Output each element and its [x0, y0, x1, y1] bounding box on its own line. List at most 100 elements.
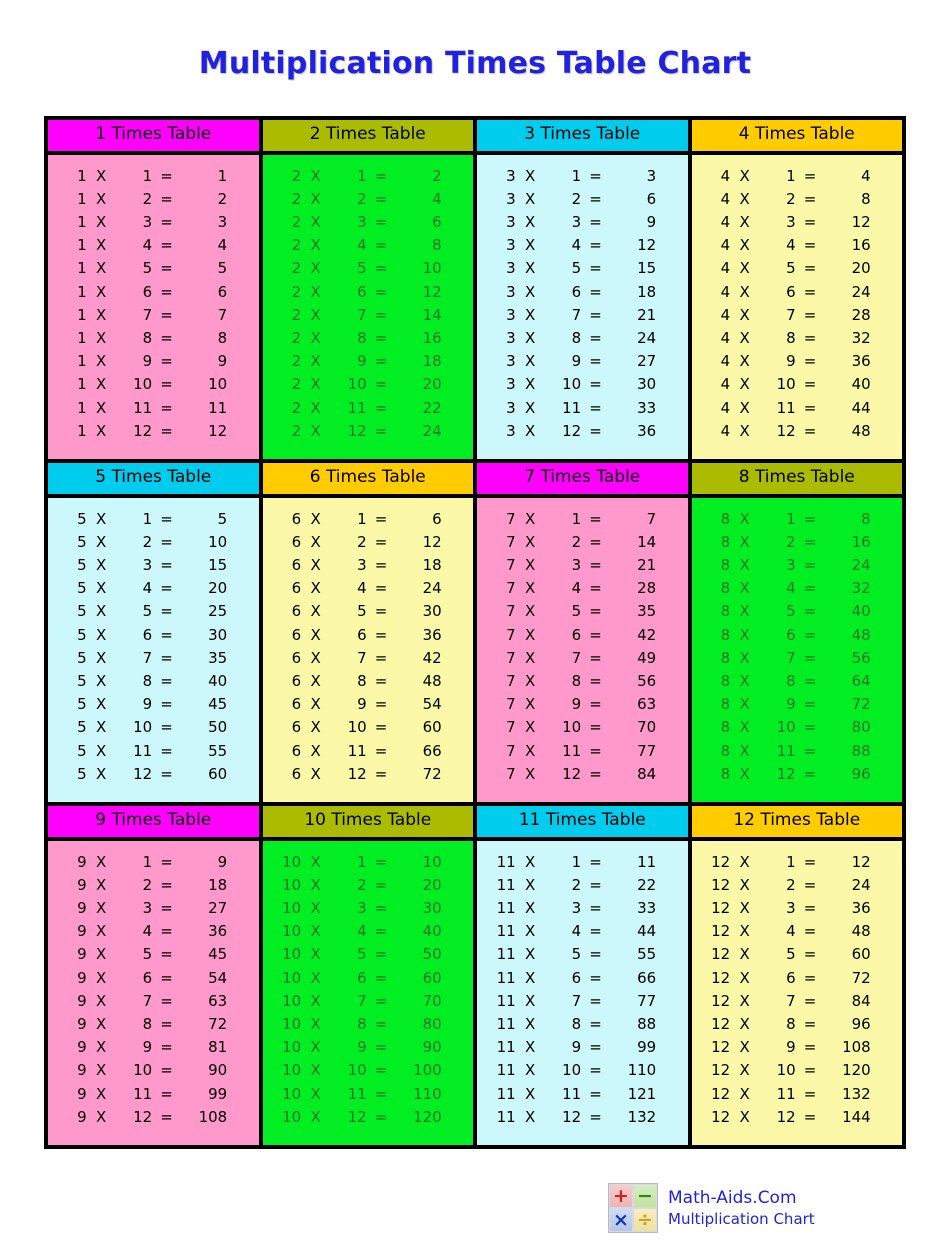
table-row: 12 X 5 = 60 [692, 943, 903, 966]
multiply-symbol: X [96, 305, 107, 324]
multiplier: 12 [562, 1107, 582, 1126]
multiplicand: 6 [291, 625, 302, 644]
multiply-symbol: X [739, 899, 750, 918]
table-row: 2 X 3 = 6 [263, 211, 474, 234]
table-row: 2 X 9 = 18 [263, 350, 474, 373]
multiplicand: 7 [506, 509, 516, 528]
table-row: 7 X 6 = 42 [477, 624, 688, 647]
multiply-symbol: X [525, 718, 536, 737]
multiply-symbol: X [525, 421, 536, 440]
multiplier: 9 [357, 695, 367, 714]
multiply-symbol: X [525, 625, 536, 644]
multiplicand: 11 [496, 1084, 516, 1103]
multiplier: 1 [786, 852, 796, 871]
product: 121 [627, 1084, 657, 1103]
multiplicand: 2 [291, 259, 302, 278]
table-row: 3 X 8 = 24 [477, 327, 688, 350]
multiplier: 9 [786, 1038, 796, 1057]
multiplier: 6 [142, 625, 153, 644]
multiply-symbol: X [310, 1061, 321, 1080]
product: 14 [637, 532, 657, 551]
equals-symbol: = [374, 556, 388, 575]
table-row: 10 X 4 = 40 [263, 920, 474, 943]
multiplier: 4 [357, 579, 367, 598]
equals-symbol: = [374, 352, 388, 371]
multiplicand: 3 [506, 375, 516, 394]
multiply-symbol: X [525, 329, 536, 348]
multiplicand: 1 [77, 421, 87, 440]
product: 100 [413, 1061, 442, 1080]
multiplier: 8 [571, 1015, 582, 1034]
table-row: 5 X 5 = 25 [48, 600, 259, 623]
equals-symbol: = [803, 899, 817, 918]
multiply-symbol: X [96, 189, 107, 208]
multiply-symbol: X [96, 375, 107, 394]
equals-symbol: = [160, 532, 173, 551]
table-row: 6 X 12 = 72 [263, 763, 474, 786]
equals-symbol: = [160, 852, 173, 871]
product: 55 [208, 741, 228, 760]
product: 28 [851, 305, 871, 324]
equals-symbol: = [803, 1015, 817, 1034]
table-row: 2 X 11 = 22 [263, 397, 474, 420]
multiply-symbol: X [96, 213, 107, 232]
multiply-symbol: X [525, 968, 536, 987]
product: 20 [422, 375, 442, 394]
multiplicand: 3 [506, 282, 516, 301]
product: 120 [413, 1107, 442, 1126]
multiplier: 7 [786, 991, 796, 1010]
multiply-symbol: X [310, 875, 321, 894]
multiplicand: 9 [77, 899, 87, 918]
equals-symbol: = [374, 852, 388, 871]
multiplier: 8 [571, 329, 582, 348]
product: 48 [851, 421, 871, 440]
table-row: 11 X 5 = 55 [477, 943, 688, 966]
table-row: 5 X 10 = 50 [48, 716, 259, 739]
equals-symbol: = [589, 509, 602, 528]
table-row: 2 X 12 = 24 [263, 420, 474, 443]
table-row: 3 X 9 = 27 [477, 350, 688, 373]
product: 12 [851, 213, 871, 232]
times-table-card: 9 Times Table 9 X 1 = 9 9 X 2 = 18 9 X 3 = 27 9 X 4 = 36 9 X 5 =… [48, 806, 259, 1146]
multiplier: 11 [776, 398, 796, 417]
multiplier: 10 [562, 718, 582, 737]
multiplicand: 5 [77, 625, 87, 644]
multiplicand: 7 [506, 556, 516, 575]
times-table-rows: 8 X 1 = 8 8 X 2 = 16 8 X 3 = 24 8 X 4 = 32 8 X 5 = 40 8 X 6 = 48 8 X 7 = 5… [691, 497, 903, 803]
product: 66 [422, 741, 442, 760]
table-row: 8 X 1 = 8 [692, 508, 903, 531]
multiplicand: 2 [291, 352, 302, 371]
multiplicand: 9 [77, 1107, 87, 1126]
multiplier: 3 [142, 899, 153, 918]
product: 11 [208, 398, 228, 417]
table-row: 8 X 9 = 72 [692, 693, 903, 716]
equals-symbol: = [160, 922, 173, 941]
table-row: 4 X 1 = 4 [692, 165, 903, 188]
times-table-rows: 9 X 1 = 9 9 X 2 = 18 9 X 3 = 27 9 X 4 = 36 9 X 5 = 45 9 X 6 = 54 9 X 7 = 6… [48, 840, 259, 1146]
product: 8 [861, 509, 871, 528]
times-table-heading: 10 Times Table [262, 806, 473, 837]
product: 60 [208, 764, 228, 783]
product: 6 [646, 189, 657, 208]
multiplicand: 4 [720, 375, 731, 394]
multiplicand: 9 [77, 1015, 87, 1034]
multiplier: 5 [357, 602, 367, 621]
table-row: 12 X 2 = 24 [692, 874, 903, 897]
product: 49 [637, 648, 657, 667]
table-row: 11 X 6 = 66 [477, 967, 688, 990]
times-table-rows: 2 X 1 = 2 2 X 2 = 4 2 X 3 = 6 2 X 4 = 8 2 X 5 = 10 2 X 6 = 12 2 X 7 = 14 2 X… [262, 154, 474, 460]
table-row: 2 X 7 = 14 [263, 304, 474, 327]
product: 16 [422, 329, 442, 348]
product: 56 [851, 648, 871, 667]
equals-symbol: = [803, 875, 817, 894]
table-row: 2 X 10 = 20 [263, 373, 474, 396]
times-table-card: 12 Times Table 12 X 1 = 12 12 X 2 = 24 12 X 3 = 36 12 X 4 =… [691, 806, 903, 1146]
multiply-symbol: X [739, 1107, 750, 1126]
multiply-symbol: X [739, 213, 750, 232]
times-table-heading: 5 Times Table [48, 463, 259, 494]
product: 40 [851, 602, 871, 621]
multiplicand: 3 [506, 236, 516, 255]
multiply-symbol: X [739, 718, 750, 737]
multiply-symbol: X [96, 282, 107, 301]
table-row: 6 X 5 = 30 [263, 600, 474, 623]
